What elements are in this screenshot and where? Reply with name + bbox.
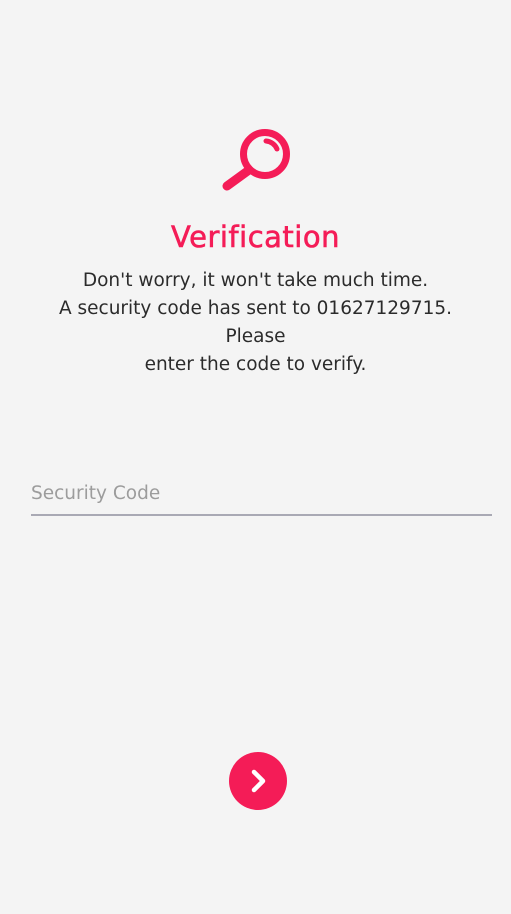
chevron-right-icon [251,769,266,793]
verification-screen: Verification Don't worry, it won't take … [0,0,511,914]
page-title: Verification [171,220,340,255]
security-code-input[interactable] [31,474,492,512]
security-code-field [31,474,492,516]
message-line-3: enter the code to verify. [144,354,367,375]
message-line-2: A security code has sent to 01627129715.… [58,298,453,347]
verification-message: Don't worry, it won't take much time. A … [30,267,481,379]
next-button[interactable] [229,752,287,810]
message-line-1: Don't worry, it won't take much time. [82,270,429,291]
search-icon [222,129,290,191]
